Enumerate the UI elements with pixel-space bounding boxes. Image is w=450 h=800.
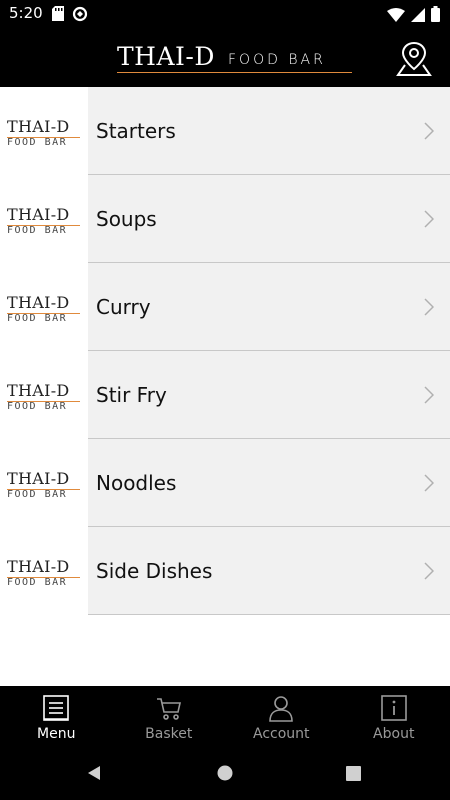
status-left-icons — [52, 6, 88, 26]
menu-item-noodles[interactable]: THAI-D FOOD BAR Noodles — [0, 439, 450, 527]
thumbnail-logo-main: THAI-D — [7, 205, 70, 224]
thumbnail-logo-main: THAI-D — [7, 469, 70, 488]
recents-icon[interactable] — [346, 766, 361, 781]
app-screen: 5:20 THAI-D FOOD BAR THAI-D FOOD BAR Sta… — [0, 0, 450, 800]
menu-category-list: THAI-D FOOD BAR Starters THAI-D FOOD BAR… — [0, 87, 450, 615]
account-icon — [269, 696, 294, 722]
thumbnail-logo-main: THAI-D — [7, 557, 70, 576]
app-header: THAI-D FOOD BAR — [0, 28, 450, 87]
item-thumbnail: THAI-D FOOD BAR — [0, 439, 88, 527]
tab-menu[interactable]: Menu — [0, 686, 113, 746]
back-icon[interactable] — [86, 765, 102, 781]
menu-item-label: Soups — [96, 207, 157, 231]
logo-underline — [117, 72, 352, 73]
bottom-navigation: Menu Basket Account About — [0, 686, 450, 746]
location-button[interactable] — [396, 39, 432, 77]
tab-basket[interactable]: Basket — [113, 686, 226, 746]
menu-item-stir-fry[interactable]: THAI-D FOOD BAR Stir Fry — [0, 351, 450, 439]
tab-account[interactable]: Account — [225, 686, 338, 746]
thumbnail-logo-main: THAI-D — [7, 117, 70, 136]
chevron-right-icon — [424, 298, 434, 316]
item-thumbnail: THAI-D FOOD BAR — [0, 527, 88, 615]
item-thumbnail: THAI-D FOOD BAR — [0, 351, 88, 439]
tab-about[interactable]: About — [338, 686, 450, 746]
chevron-right-icon — [424, 210, 434, 228]
menu-item-label: Stir Fry — [96, 383, 167, 407]
item-thumbnail: THAI-D FOOD BAR — [0, 87, 88, 175]
tab-label: About — [373, 726, 415, 742]
thumbnail-logo-sub: FOOD BAR — [7, 401, 68, 412]
thumbnail-logo-sub: FOOD BAR — [7, 577, 68, 588]
chevron-right-icon — [424, 474, 434, 492]
menu-list-icon — [43, 695, 70, 721]
tab-label: Account — [252, 726, 310, 742]
thumbnail-logo-sub: FOOD BAR — [7, 313, 68, 324]
logo-sub-text: FOOD BAR — [228, 52, 326, 68]
thumbnail-logo-sub: FOOD BAR — [7, 225, 68, 236]
chevron-right-icon — [424, 562, 434, 580]
tab-label: Menu — [37, 726, 76, 742]
battery-icon — [431, 6, 440, 26]
basket-icon — [156, 698, 181, 720]
location-pin-icon — [396, 41, 432, 76]
info-icon — [380, 695, 407, 721]
menu-item-side-dishes[interactable]: THAI-D FOOD BAR Side Dishes — [0, 527, 450, 615]
system-navigation-bar — [0, 746, 450, 800]
menu-item-label: Side Dishes — [96, 559, 213, 583]
menu-item-curry[interactable]: THAI-D FOOD BAR Curry — [0, 263, 450, 351]
item-thumbnail: THAI-D FOOD BAR — [0, 263, 88, 351]
data-saver-icon — [72, 6, 88, 26]
menu-item-label: Starters — [96, 119, 176, 143]
logo-main-text: THAI-D — [117, 42, 215, 71]
wifi-icon — [387, 7, 405, 26]
thumbnail-logo-sub: FOOD BAR — [7, 489, 68, 500]
status-time: 5:20 — [9, 4, 43, 22]
item-thumbnail: THAI-D FOOD BAR — [0, 175, 88, 263]
chevron-right-icon — [424, 122, 434, 140]
thumbnail-logo-sub: FOOD BAR — [7, 137, 68, 148]
menu-item-starters[interactable]: THAI-D FOOD BAR Starters — [0, 87, 450, 175]
home-icon[interactable] — [217, 765, 233, 781]
menu-item-soups[interactable]: THAI-D FOOD BAR Soups — [0, 175, 450, 263]
sd-card-icon — [52, 6, 64, 26]
thumbnail-logo-main: THAI-D — [7, 381, 70, 400]
menu-item-label: Noodles — [96, 471, 177, 495]
tab-label: Basket — [145, 726, 193, 742]
menu-item-label: Curry — [96, 295, 151, 319]
signal-icon — [411, 7, 425, 26]
thumbnail-logo-main: THAI-D — [7, 293, 70, 312]
status-right-icons — [387, 6, 440, 26]
status-bar: 5:20 — [0, 0, 450, 28]
chevron-right-icon — [424, 386, 434, 404]
